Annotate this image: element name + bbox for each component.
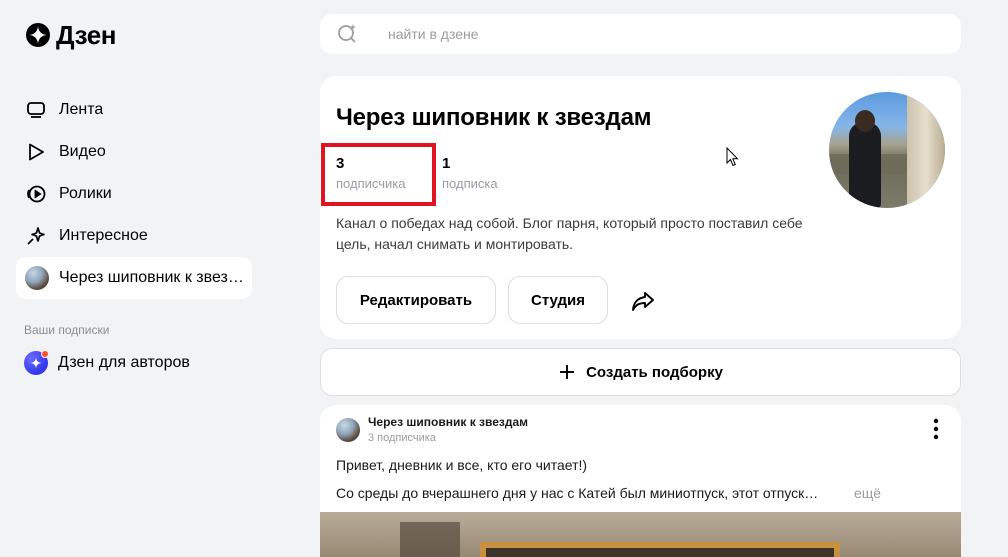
channel-description: Канал о победах над собой. Блог парня, к… <box>336 215 803 252</box>
sidebar-item-label: Лента <box>59 101 104 118</box>
sidebar-item-label: Видео <box>59 143 106 160</box>
following-stat[interactable]: 1 подписка <box>442 155 498 193</box>
post-image[interactable] <box>320 512 961 557</box>
post-author-name[interactable]: Через шиповник к звездам <box>368 415 528 429</box>
feed-icon <box>25 99 47 121</box>
more-vertical-icon[interactable] <box>926 417 946 441</box>
edit-button[interactable]: Редактировать <box>336 276 496 324</box>
sidebar-item-dzen-authors[interactable]: Дзен для авторов <box>24 350 190 375</box>
search-icon[interactable] <box>336 23 360 50</box>
sidebar-item-label: Ролики <box>59 185 112 202</box>
followers-stat[interactable]: 3 подписчика <box>336 155 405 193</box>
logo-text: Дзен <box>56 20 116 50</box>
sidebar-item-label: Через шиповник к звез… <box>59 269 244 286</box>
clips-icon <box>25 183 47 205</box>
search-input[interactable] <box>388 14 948 54</box>
dzen-logo[interactable]: Дзен <box>26 21 116 49</box>
sidebar-nav: Лента Видео Ролики Интересное Через шипо… <box>16 89 252 299</box>
channel-avatar-large[interactable] <box>829 92 945 208</box>
post-text-line-1: Привет, дневник и все, кто его читает!) <box>336 457 588 473</box>
dzen-authors-icon <box>24 350 49 375</box>
plus-icon <box>560 365 575 379</box>
followers-count: 3 <box>336 155 345 172</box>
studio-button[interactable]: Студия <box>508 276 608 324</box>
dzen-star-icon <box>26 23 50 47</box>
play-icon <box>25 141 47 163</box>
create-collection-label: Создать подборку <box>586 363 723 381</box>
post-author-subscribers: 3 подписчика <box>368 432 436 444</box>
post-text-line-2: Со среды до вчерашнего дня у нас с Катей… <box>336 485 819 501</box>
subscriptions-title: Ваши подписки <box>24 323 110 337</box>
sidebar-item-label: Интересное <box>59 227 148 244</box>
channel-header-card: Через шиповник к звездам 3 подписчика 1 … <box>320 76 961 339</box>
sidebar-item-label: Дзен для авторов <box>58 354 190 371</box>
post-more-link[interactable]: ещё <box>854 485 881 501</box>
following-count: 1 <box>442 155 451 172</box>
create-collection-button[interactable]: Создать подборку <box>320 348 961 396</box>
following-label: подписка <box>442 176 498 191</box>
share-icon[interactable] <box>630 288 656 314</box>
search-bar <box>320 14 961 54</box>
notification-dot <box>41 350 49 358</box>
sparkle-icon <box>25 225 47 247</box>
mouse-cursor-icon <box>726 147 739 167</box>
post-card[interactable]: Через шиповник к звездам 3 подписчика Пр… <box>320 405 961 557</box>
post-author-avatar[interactable] <box>336 418 360 442</box>
channel-title: Через шиповник к звездам <box>336 104 652 131</box>
sidebar-item-video[interactable]: Видео <box>16 131 252 173</box>
sidebar-item-feed[interactable]: Лента <box>16 89 252 131</box>
sidebar-item-interesting[interactable]: Интересное <box>16 215 252 257</box>
followers-label: подписчика <box>336 176 406 191</box>
sidebar-item-clips[interactable]: Ролики <box>16 173 252 215</box>
sidebar-item-channel[interactable]: Через шиповник к звез… <box>16 257 252 299</box>
channel-avatar <box>25 266 49 290</box>
